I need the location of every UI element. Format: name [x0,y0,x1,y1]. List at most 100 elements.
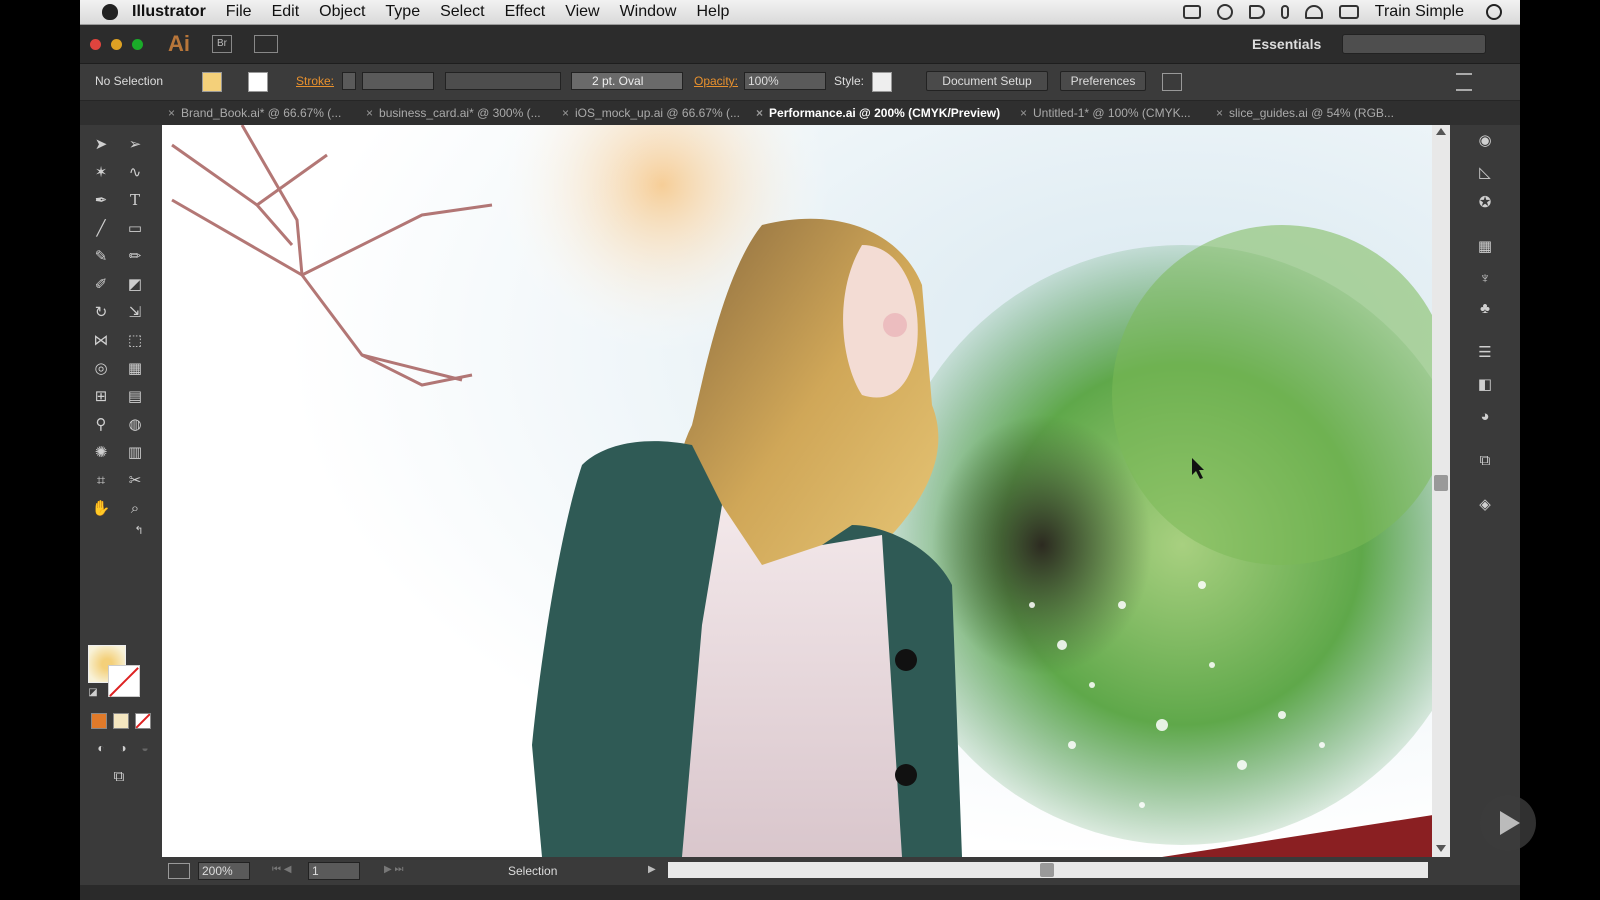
scroll-thumb[interactable] [1434,475,1448,491]
draw-normal-icon[interactable]: ◐ [90,737,112,759]
current-tool-status[interactable]: Selection [508,864,557,878]
blob-brush-tool-icon[interactable]: ✐ [90,273,112,295]
tab-ios-mock-up[interactable]: × iOS_mock_up.ai @ 66.67% (... [562,101,740,125]
preferences-button[interactable]: Preferences [1060,71,1146,91]
brush-definition-dropdown[interactable]: 2 pt. Oval [571,72,683,90]
appearance-panel-icon[interactable]: ⧉ [1474,449,1496,471]
tab-slice-guides[interactable]: × slice_guides.ai @ 54% (RGB... [1216,101,1394,125]
line-segment-tool-icon[interactable]: ╱ [90,217,112,239]
color-panel-icon[interactable]: ◉ [1474,129,1496,151]
menu-type[interactable]: Type [385,3,420,21]
blend-tool-icon[interactable]: ◍ [124,413,146,435]
rectangle-tool-icon[interactable]: ▭ [124,217,146,239]
stroke-label[interactable]: Stroke: [296,74,334,88]
eyedropper-tool-icon[interactable]: ⚲ [90,413,112,435]
panel-menu-icon[interactable] [1456,73,1472,91]
live-paint-panel-icon[interactable]: ✪ [1474,191,1496,213]
stroke-panel-icon[interactable]: ☰ [1474,341,1496,363]
layers-panel-icon[interactable]: ◈ [1474,493,1496,515]
width-tool-icon[interactable]: ⋈ [90,329,112,351]
menu-effect[interactable]: Effect [505,3,546,21]
color-guide-panel-icon[interactable]: ◺ [1474,161,1496,183]
draw-inside-icon[interactable]: ◒ [134,737,156,759]
user-name[interactable]: Train Simple [1375,3,1464,21]
color-mode-button[interactable] [91,713,107,729]
close-icon[interactable]: × [1216,106,1223,120]
fill-swatch[interactable] [202,72,222,92]
symbol-sprayer-tool-icon[interactable]: ✺ [90,441,112,463]
help-search-input[interactable] [1342,34,1486,54]
horizontal-scrollbar[interactable] [668,862,1428,878]
slice-tool-icon[interactable]: ✂ [124,469,146,491]
artboard-navigation-dropdown[interactable]: 1 [308,862,360,880]
scroll-down-icon[interactable] [1436,845,1446,852]
opacity-label[interactable]: Opacity: [694,74,738,88]
graphic-style-swatch[interactable] [872,72,892,92]
display-icon[interactable] [1182,5,1201,19]
tab-brand-book[interactable]: × Brand_Book.ai* @ 66.67% (... [168,101,341,125]
zoom-preset-icon[interactable] [168,863,190,879]
opacity-dropdown[interactable]: 100% [744,72,826,90]
paintbrush-tool-icon[interactable]: ✎ [90,245,112,267]
status-menu-arrow-icon[interactable]: ▶ [648,864,656,875]
zoom-level-dropdown[interactable]: 200% [198,862,250,880]
gradient-panel-icon[interactable]: ◧ [1474,373,1496,395]
menu-edit[interactable]: Edit [272,3,300,21]
none-mode-button[interactable] [135,713,151,729]
horizontal-scroll-thumb[interactable] [1040,863,1054,877]
apple-icon[interactable] [102,4,118,20]
rotate-tool-icon[interactable]: ↻ [90,301,112,323]
gradient-tool-icon[interactable]: ▤ [124,385,146,407]
swatches-panel-icon[interactable]: ▦ [1474,235,1496,257]
align-icon[interactable] [1162,73,1182,91]
first-artboard-icon[interactable]: ⏮ ◀ [272,864,291,875]
close-icon[interactable]: × [756,106,763,120]
tab-untitled-1[interactable]: × Untitled-1* @ 100% (CMYK... [1020,101,1191,125]
tab-business-card[interactable]: × business_card.ai* @ 300% (... [366,101,541,125]
draw-behind-icon[interactable]: ◑ [112,737,134,759]
wifi-icon[interactable] [1304,5,1323,19]
shape-builder-tool-icon[interactable]: ◎ [90,357,112,379]
symbols-panel-icon[interactable]: ♣ [1474,297,1496,319]
eraser-tool-icon[interactable]: ◩ [124,273,146,295]
close-window-button[interactable] [90,39,101,50]
artboard-canvas[interactable] [162,125,1433,857]
screen-mode-icon[interactable]: ⧉ [108,765,130,787]
stroke-weight-stepper[interactable] [342,72,356,90]
variable-width-profile-dropdown[interactable] [445,72,561,90]
tab-performance[interactable]: × Performance.ai @ 200% (CMYK/Preview) [756,101,1000,125]
stroke-weight-dropdown[interactable] [362,72,434,90]
mesh-tool-icon[interactable]: ⊞ [90,385,112,407]
swap-fill-stroke-icon[interactable]: ↰ [128,519,150,541]
close-icon[interactable]: × [366,106,373,120]
menu-window[interactable]: Window [620,3,677,21]
magic-wand-tool-icon[interactable]: ✶ [90,161,112,183]
scroll-up-icon[interactable] [1436,128,1446,135]
direct-selection-tool-icon[interactable]: ➢ [124,133,146,155]
type-tool-icon[interactable]: T [124,189,146,211]
bridge-button[interactable]: Br [212,35,232,53]
workspace-switcher[interactable]: Essentials [1252,36,1321,52]
hand-tool-icon[interactable]: ✋ [90,497,112,519]
free-transform-tool-icon[interactable]: ⬚ [124,329,146,351]
close-icon[interactable]: × [1020,106,1027,120]
transparency-panel-icon[interactable]: ◕ [1474,405,1496,427]
artboard-tool-icon[interactable]: ⌗ [90,469,112,491]
pencil-tool-icon[interactable]: ✏ [124,245,146,267]
zoom-window-button[interactable] [132,39,143,50]
stroke-swatch[interactable] [248,72,268,92]
spotlight-search-icon[interactable] [1486,4,1502,20]
menu-view[interactable]: View [565,3,599,21]
menu-app-name[interactable]: Illustrator [132,3,206,21]
default-fill-stroke-icon[interactable]: ◪ [82,681,104,703]
pen-tool-icon[interactable]: ✒ [90,189,112,211]
video-play-button[interactable] [1480,795,1536,851]
brushes-panel-icon[interactable]: ♆ [1474,267,1496,289]
perspective-grid-tool-icon[interactable]: ▦ [124,357,146,379]
battery-icon[interactable] [1338,5,1359,19]
gradient-mode-button[interactable] [113,713,129,729]
column-graph-tool-icon[interactable]: ▥ [124,441,146,463]
volume-icon[interactable] [1248,5,1265,19]
close-icon[interactable]: × [562,106,569,120]
vertical-scrollbar[interactable] [1432,125,1450,857]
